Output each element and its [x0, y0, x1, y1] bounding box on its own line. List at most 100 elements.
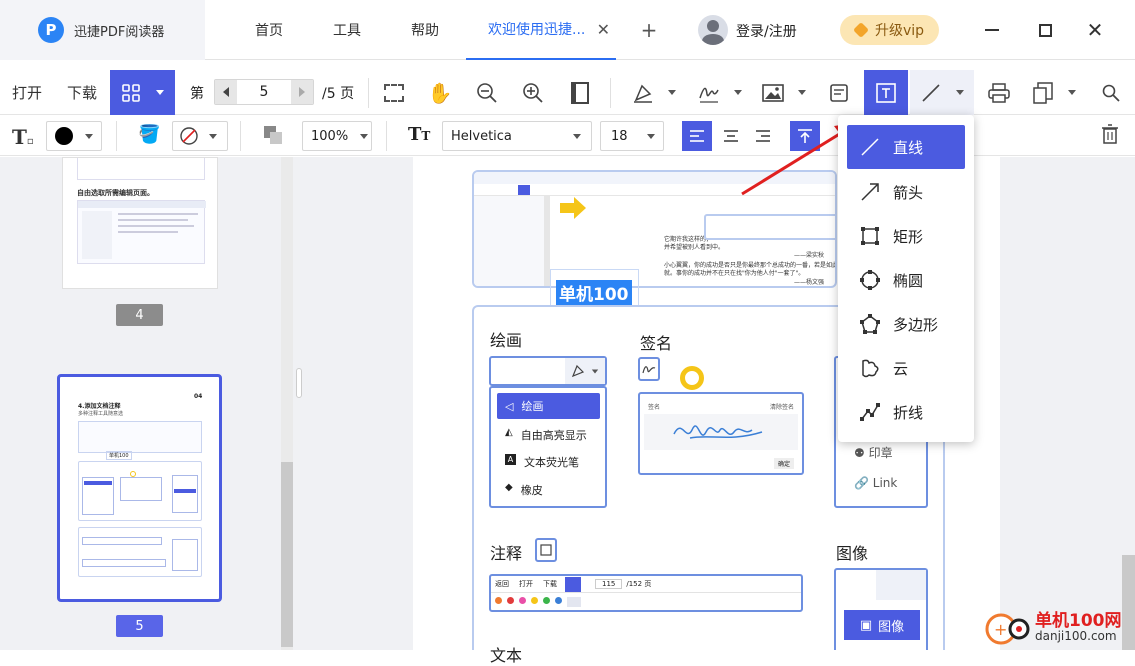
tab-help[interactable]: 帮助	[386, 0, 464, 60]
app-logo-icon: P	[38, 17, 64, 43]
mini-download: 下载	[543, 580, 557, 588]
sign-panel-label: 签名	[648, 404, 661, 411]
arrow-icon	[859, 181, 881, 203]
tab-home[interactable]: 首页	[230, 0, 308, 60]
draw-select-mock	[489, 356, 607, 386]
tab-document[interactable]: 欢迎使用迅捷... ✕	[466, 0, 616, 60]
shape-option-arrow-label: 箭头	[893, 183, 924, 202]
page-number-4[interactable]: 4	[116, 304, 163, 326]
paint-bucket-icon[interactable]: 🪣	[138, 124, 160, 145]
login-link[interactable]: 登录/注册	[736, 21, 797, 41]
text-color-icon[interactable]: T▫	[12, 125, 34, 149]
page-input[interactable]: 5	[237, 80, 291, 104]
signature-tool-button[interactable]	[690, 70, 750, 115]
font-size-value: 18	[611, 128, 628, 144]
page-number-5[interactable]: 5	[116, 615, 163, 637]
next-page-icon[interactable]	[291, 80, 313, 104]
section-text-title: 文本	[490, 646, 523, 665]
view-mode-button[interactable]	[110, 70, 175, 115]
shape-option-polyline[interactable]: 折线	[847, 390, 965, 434]
align-left-icon[interactable]	[682, 121, 712, 151]
zoom-in-icon[interactable]	[516, 70, 550, 115]
prev-page-icon[interactable]	[215, 80, 237, 104]
fill-color-picker[interactable]	[46, 121, 102, 151]
selected-text-stamp[interactable]: 单机100	[556, 280, 632, 305]
sidebar-scrollbar[interactable]	[281, 157, 293, 650]
draw-menu-item-3: ◆ 橡皮	[505, 482, 543, 497]
zoom-select[interactable]: 100%	[302, 121, 372, 151]
zoom-out-icon[interactable]	[470, 70, 504, 115]
site-watermark: + 单机100网 danji100.com	[985, 605, 1135, 650]
close-window-icon[interactable]: ✕	[1080, 15, 1110, 45]
image-tool-mock: ▣ 图像	[834, 568, 928, 650]
shape-option-cloud[interactable]: 云	[847, 346, 965, 390]
sign-panel-ok: 确定	[773, 458, 794, 469]
thumbnail-4-text: 自由选取所需编辑页面。	[77, 189, 154, 197]
tab-document-label: 欢迎使用迅捷...	[488, 22, 586, 38]
textbox-icon	[876, 82, 896, 103]
font-size-select[interactable]: 18	[600, 121, 664, 151]
font-size-icon[interactable]: TT	[408, 124, 430, 145]
font-family-select[interactable]: Helvetica	[442, 121, 592, 151]
preview-text-5: 就。事你的成功并不在只在找"你为他人付"一套了"。	[664, 270, 805, 277]
shape-option-ellipse[interactable]: 椭圆	[847, 258, 965, 302]
note-tool-icon[interactable]	[822, 70, 856, 115]
page-stepper[interactable]: 5	[214, 79, 314, 105]
sidebar-resize-handle[interactable]	[296, 368, 302, 398]
shape-tool-button[interactable]	[910, 70, 974, 115]
print-icon[interactable]	[982, 70, 1016, 115]
sign-panel-mock: 签名 清除签名 确定	[638, 392, 804, 475]
signature-scribble-icon	[673, 425, 763, 439]
section-annot-title: 注释	[490, 544, 523, 563]
fit-page-icon[interactable]	[564, 70, 596, 115]
preview-text-6: ——杨文强	[794, 279, 825, 286]
watermark-text: 单机100网	[1035, 610, 1122, 631]
opacity-icon[interactable]	[264, 126, 282, 144]
draw-menu-item-1: ◭ 自由高亮显示	[505, 427, 587, 442]
search-icon[interactable]	[1096, 70, 1126, 115]
download-button[interactable]: 下载	[55, 70, 109, 115]
stroke-color-picker[interactable]	[172, 121, 228, 151]
thumbnail-5-title: 4.添加文档注释	[78, 403, 121, 410]
mini-back: 返回	[495, 580, 509, 588]
section-sign-title: 签名	[640, 334, 673, 353]
avatar[interactable]	[698, 15, 728, 45]
page-prefix: 第	[190, 86, 204, 102]
tab-tools-label: 工具	[333, 23, 361, 39]
close-tab-icon[interactable]: ✕	[597, 20, 610, 39]
shape-option-polygon[interactable]: 多边形	[847, 302, 965, 346]
tab-tools[interactable]: 工具	[308, 0, 386, 60]
sign-panel-clear: 清除签名	[769, 404, 794, 411]
shape-option-rectangle[interactable]: 矩形	[847, 214, 965, 258]
open-button[interactable]: 打开	[0, 70, 54, 115]
shape-option-arrow[interactable]: 箭头	[847, 170, 965, 214]
ellipse-icon	[859, 269, 881, 291]
hand-tool-icon[interactable]: ✋	[422, 70, 458, 115]
maximize-icon[interactable]	[1030, 15, 1060, 45]
select-area-icon[interactable]	[378, 70, 410, 115]
chevron-down-icon[interactable]	[155, 90, 164, 95]
zoom-value: 100%	[311, 128, 349, 144]
shape-option-line[interactable]: 直线	[847, 125, 965, 169]
upgrade-vip-button[interactable]: 升级vip	[840, 15, 939, 45]
app-brand: P 迅捷PDF阅读器	[0, 0, 205, 60]
click-indicator-icon	[680, 366, 704, 390]
no-color-icon	[180, 127, 198, 145]
minimize-icon[interactable]	[977, 15, 1007, 45]
line-icon	[859, 136, 881, 158]
new-tab-button[interactable]: +	[630, 0, 668, 60]
delete-icon[interactable]	[1100, 124, 1120, 144]
rectangle-icon	[859, 225, 881, 247]
thumbnail-5-subtitle: 多种注释工具随意选	[78, 411, 124, 417]
textbox-tool-button[interactable]	[864, 70, 908, 115]
draw-tool-button[interactable]	[624, 70, 684, 115]
mini-open: 打开	[519, 580, 533, 588]
link-menu-item: 🔗 Link	[854, 476, 898, 490]
export-button[interactable]	[1024, 70, 1084, 115]
shape-option-polygon-label: 多边形	[893, 315, 939, 334]
thumbnail-page-4[interactable]: 自由选取所需编辑页面。	[62, 157, 218, 289]
svg-text:+: +	[994, 620, 1007, 639]
grid-icon	[121, 83, 140, 102]
image-tool-button[interactable]	[756, 70, 812, 115]
thumbnail-page-5[interactable]: 4.添加文档注释 多种注释工具随意选 04 单机100	[57, 374, 222, 602]
